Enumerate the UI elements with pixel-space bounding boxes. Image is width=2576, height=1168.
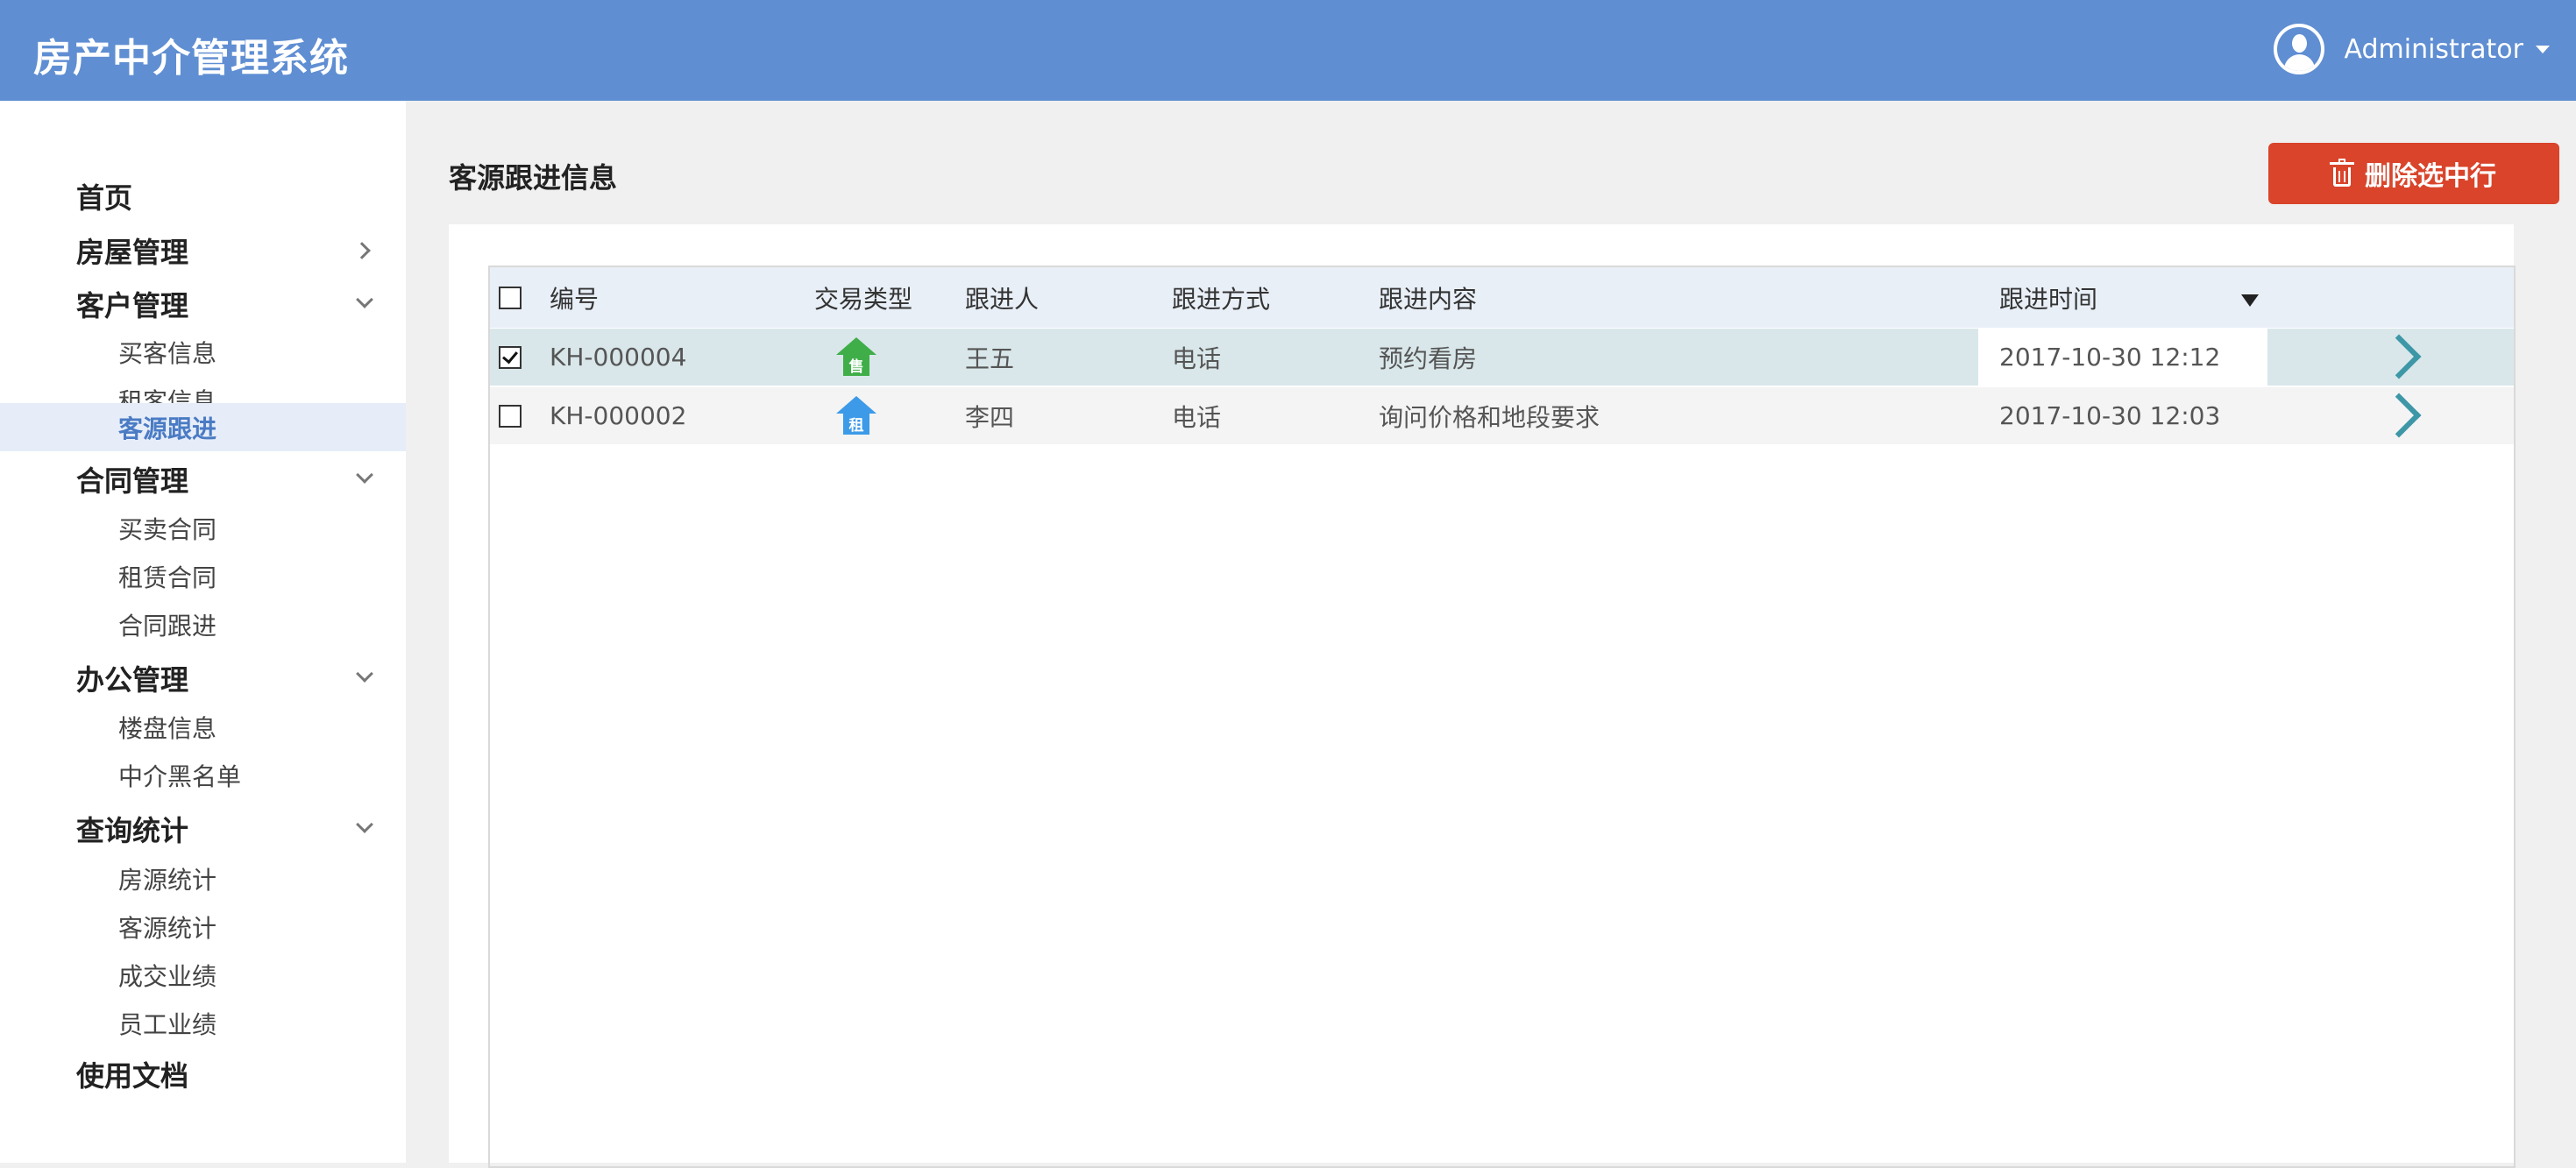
column-header-type[interactable]: 交易类型 xyxy=(814,267,912,328)
select-all-checkbox[interactable] xyxy=(499,286,522,309)
sidebar-item-label: 客源统计 xyxy=(118,914,217,943)
cell-content: 询问价格和地段要求 xyxy=(1379,402,1600,432)
cell-content: 预约看房 xyxy=(1379,343,1478,373)
chevron-right-icon[interactable] xyxy=(2376,393,2422,438)
column-header-person[interactable]: 跟进人 xyxy=(965,267,1039,328)
trash-icon xyxy=(2330,159,2354,187)
sidebar-item-home[interactable]: 首页 xyxy=(0,170,406,223)
sidebar-group-contracts[interactable]: 合同管理 xyxy=(0,453,406,506)
rent-house-icon: 租 xyxy=(836,396,876,436)
chevron-down-icon xyxy=(356,291,373,308)
sale-house-icon: 售 xyxy=(836,337,876,378)
column-header-time[interactable]: 跟进时间 xyxy=(1999,267,2097,328)
sidebar-item-label: 房屋管理 xyxy=(76,236,189,269)
sidebar-item-agency-blacklist[interactable]: 中介黑名单 xyxy=(0,752,406,799)
sidebar-item-label: 租赁合同 xyxy=(118,563,217,592)
column-header-id[interactable]: 编号 xyxy=(550,267,599,328)
sidebar-item-customer-stats[interactable]: 客源统计 xyxy=(0,903,406,951)
cell-time: 2017-10-30 12:03 xyxy=(1999,401,2221,430)
sidebar-item-buildings[interactable]: 楼盘信息 xyxy=(0,704,406,751)
sidebar-item-label: 客户管理 xyxy=(76,289,189,322)
sidebar-item-sale-contracts[interactable]: 买卖合同 xyxy=(0,505,406,552)
cell-person: 王五 xyxy=(965,343,1015,373)
sidebar-item-label: 房源统计 xyxy=(118,866,217,895)
chevron-down-icon xyxy=(356,466,373,484)
user-avatar-icon[interactable] xyxy=(2274,24,2325,74)
sidebar-item-docs[interactable]: 使用文档 xyxy=(0,1048,406,1101)
sidebar-item-label: 买客信息 xyxy=(118,339,217,368)
app-title: 房产中介管理系统 xyxy=(33,36,349,81)
sidebar-item-contract-followup[interactable]: 合同跟进 xyxy=(0,601,406,648)
sidebar-item-housing-stats[interactable]: 房源统计 xyxy=(0,855,406,903)
column-header-method[interactable]: 跟进方式 xyxy=(1172,267,1270,328)
caret-down-icon[interactable] xyxy=(2536,45,2550,53)
cell-id: KH-000004 xyxy=(550,343,687,372)
table-row[interactable]: KH-000004 售 王五 电话 预约看房 2017-10-30 12:12 xyxy=(490,329,2514,386)
page-title: 客源跟进信息 xyxy=(449,161,618,195)
chevron-right-icon[interactable] xyxy=(2376,334,2422,379)
sidebar-item-label: 买卖合同 xyxy=(118,515,217,544)
sidebar-item-label: 员工业绩 xyxy=(118,1010,217,1039)
sidebar-item-label: 办公管理 xyxy=(76,663,189,697)
sidebar-group-stats[interactable]: 查询统计 xyxy=(0,803,406,855)
sidebar-item-deal-performance[interactable]: 成交业绩 xyxy=(0,952,406,999)
sidebar-group-office[interactable]: 办公管理 xyxy=(0,652,406,704)
table-header: 编号 交易类型 跟进人 跟进方式 跟进内容 跟进时间 xyxy=(490,267,2514,328)
row-checkbox[interactable] xyxy=(499,404,522,428)
delete-selected-button[interactable]: 删除选中行 xyxy=(2268,143,2559,204)
sidebar-item-label: 成交业绩 xyxy=(118,962,217,991)
top-header: 房产中介管理系统 Administrator xyxy=(0,0,2576,101)
sidebar-item-customer-followup[interactable]: 客源跟进 xyxy=(0,403,406,451)
cell-method: 电话 xyxy=(1172,402,1222,432)
sidebar: 首页 房屋管理 客户管理 买客信息 租客信息 客源跟进 合同管理 买卖合同 租赁… xyxy=(0,101,406,1163)
sidebar-item-lease-contracts[interactable]: 租赁合同 xyxy=(0,553,406,600)
cell-person: 李四 xyxy=(965,402,1015,432)
sidebar-item-label: 合同跟进 xyxy=(118,612,217,641)
delete-button-label: 删除选中行 xyxy=(2365,161,2496,192)
sidebar-group-customers[interactable]: 客户管理 xyxy=(0,278,406,330)
user-menu[interactable]: Administrator xyxy=(2274,21,2550,77)
sidebar-item-label: 合同管理 xyxy=(76,464,189,498)
row-checkbox[interactable] xyxy=(499,345,522,369)
sidebar-item-label: 中介黑名单 xyxy=(118,762,242,791)
sort-desc-icon[interactable] xyxy=(2241,294,2259,307)
chevron-down-icon xyxy=(356,665,373,683)
chevron-right-icon xyxy=(353,242,371,259)
sidebar-group-housing[interactable]: 房屋管理 xyxy=(0,224,406,277)
user-name[interactable]: Administrator xyxy=(2344,34,2523,65)
sidebar-item-label: 楼盘信息 xyxy=(118,714,217,743)
table-row[interactable]: KH-000002 租 李四 电话 询问价格和地段要求 2017-10-30 1… xyxy=(490,387,2514,444)
column-header-content[interactable]: 跟进内容 xyxy=(1379,267,1477,328)
sidebar-item-label: 使用文档 xyxy=(76,1059,189,1093)
chevron-down-icon xyxy=(356,816,373,833)
cell-method: 电话 xyxy=(1172,343,1222,373)
cell-id: KH-000002 xyxy=(550,401,687,430)
sidebar-item-buyers[interactable]: 买客信息 xyxy=(0,329,406,376)
type-badge-label: 售 xyxy=(843,353,869,376)
sidebar-item-staff-performance[interactable]: 员工业绩 xyxy=(0,1000,406,1047)
sidebar-item-label: 查询统计 xyxy=(76,814,189,847)
type-badge-label: 租 xyxy=(843,412,869,435)
sidebar-item-label: 客源跟进 xyxy=(118,414,217,443)
sidebar-item-label: 首页 xyxy=(76,181,133,215)
content-panel: 编号 交易类型 跟进人 跟进方式 跟进内容 跟进时间 KH-000004 售 王… xyxy=(449,224,2516,1168)
followup-table: 编号 交易类型 跟进人 跟进方式 跟进内容 跟进时间 KH-000004 售 王… xyxy=(488,265,2516,1168)
cell-time: 2017-10-30 12:12 xyxy=(1978,329,2267,386)
